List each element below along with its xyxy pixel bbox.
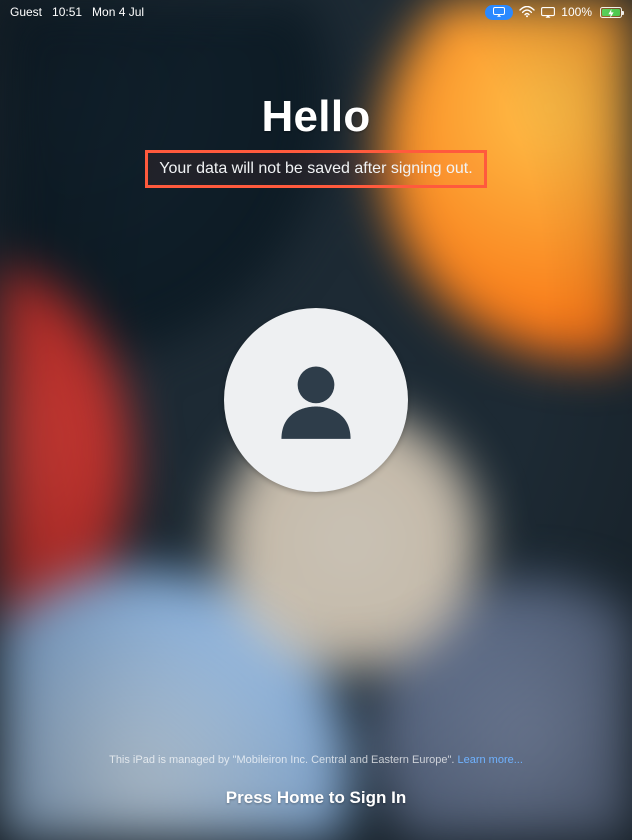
airplay-icon [541,7,555,18]
status-bar: Guest 10:51 Mon 4 Jul 100% [0,0,632,22]
battery-icon [600,7,622,18]
screen-mirroring-pill[interactable] [485,5,513,20]
screen-mirroring-icon [493,7,505,17]
lock-screen: Guest 10:51 Mon 4 Jul 100% [0,0,632,840]
status-user: Guest [10,5,42,19]
managed-by-prefix: This iPad is managed by "Mobileiron Inc.… [109,754,457,766]
guest-avatar[interactable] [224,308,408,492]
person-icon [262,346,370,454]
status-date: Mon 4 Jul [92,5,144,19]
learn-more-link[interactable]: Learn more... [457,754,522,766]
press-home-label: Press Home to Sign In [0,788,632,808]
charging-bolt-icon [608,9,614,18]
greeting-title: Hello [261,92,370,142]
managed-by-text: This iPad is managed by "Mobileiron Inc.… [0,754,632,766]
data-warning-subtitle: Your data will not be saved after signin… [159,160,472,178]
status-time: 10:51 [52,5,82,19]
wifi-icon [519,6,535,18]
battery-percent: 100% [561,5,592,19]
